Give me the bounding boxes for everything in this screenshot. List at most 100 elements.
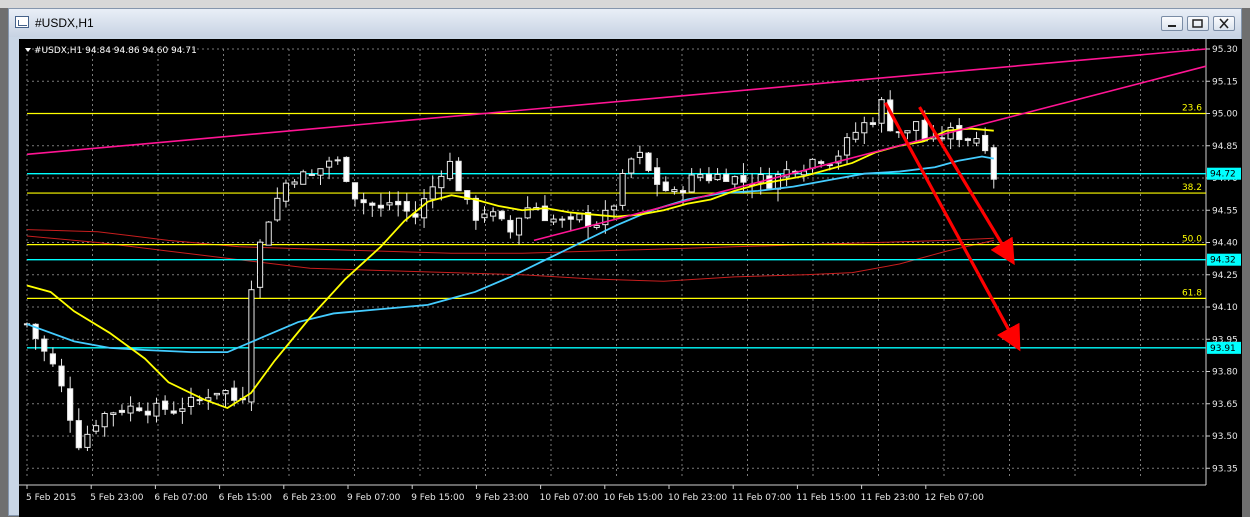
candle-body <box>75 420 82 449</box>
time-tick-label: 5 Feb 23:00 <box>90 493 144 503</box>
window-titlebar[interactable]: #USDX,H1 <box>9 9 1241 37</box>
candle-body <box>490 211 497 217</box>
time-tick-label: 11 Feb 15:00 <box>796 493 855 503</box>
time-tick-label: 9 Feb 23:00 <box>475 493 529 503</box>
time-tick-label: 6 Feb 07:00 <box>154 493 208 503</box>
time-tick-label: 5 Feb 2015 <box>26 493 76 503</box>
candle-body <box>326 160 333 168</box>
candle-body <box>498 210 505 220</box>
candle-body <box>265 221 272 246</box>
symbol-ohlc-line: #USDX,H1 94.84 94.86 94.60 94.71 <box>34 46 197 56</box>
time-tick-label: 10 Feb 07:00 <box>540 493 599 503</box>
candle-body <box>222 390 229 395</box>
candle-body <box>861 122 868 134</box>
time-tick-label: 6 Feb 23:00 <box>283 493 337 503</box>
candle-body <box>472 197 479 221</box>
candle-body <box>403 201 410 212</box>
candle-body <box>49 353 56 365</box>
candle-body <box>662 181 669 192</box>
candle-body <box>705 174 713 182</box>
ma-slow-line <box>26 155 994 354</box>
window-title: #USDX,H1 <box>35 16 94 30</box>
price-chart[interactable]: 95.3095.1595.0094.8594.7094.5594.4094.25… <box>19 39 1242 517</box>
candle-body <box>559 218 566 221</box>
chart-menu-triangle-icon[interactable] <box>25 48 31 52</box>
candle-body <box>153 402 160 417</box>
time-tick-label: 9 Feb 07:00 <box>347 493 401 503</box>
candle-body <box>420 198 428 219</box>
price-tick-label: 94.55 <box>1212 206 1238 216</box>
candle-body <box>913 121 920 131</box>
candle-body <box>550 218 557 223</box>
candle-body <box>567 216 574 220</box>
candle-body <box>429 186 436 200</box>
price-tick-label: 93.65 <box>1212 400 1238 410</box>
candle-body <box>619 173 626 206</box>
candle-body <box>136 407 143 412</box>
time-tick-label: 6 Feb 15:00 <box>219 493 273 503</box>
candle-body <box>300 171 307 185</box>
candle-body <box>187 396 195 407</box>
price-tick-label: 94.25 <box>1212 271 1238 281</box>
candle-body <box>610 205 618 211</box>
price-tick-label: 93.80 <box>1212 368 1238 378</box>
candle-body <box>507 219 514 233</box>
candle-body <box>395 200 402 206</box>
candle-body <box>671 189 678 193</box>
candle-body <box>317 168 324 176</box>
candle-body <box>714 173 721 181</box>
candle-body <box>982 134 989 152</box>
chart-window: #USDX,H1 95.3095.1595.0094.8594.7094.559… <box>8 8 1242 517</box>
candle-body <box>869 122 877 125</box>
chart-area[interactable]: 95.3095.1595.0094.8594.7094.5594.4094.25… <box>19 39 1242 517</box>
candle-body <box>282 182 290 202</box>
close-button[interactable] <box>1213 16 1235 31</box>
candle-body <box>973 138 980 144</box>
candle-body <box>731 176 738 185</box>
time-tick-label: 12 Feb 07:00 <box>925 493 984 503</box>
price-tick-label: 93.50 <box>1212 432 1238 442</box>
support-price-label: 94.72 <box>1210 170 1236 180</box>
candle-body <box>593 224 600 228</box>
support-price-label: 94.32 <box>1210 256 1236 266</box>
candle-body <box>628 158 635 174</box>
fib-level-label: 50.0 <box>1182 235 1202 245</box>
chart-window-icon <box>15 16 29 28</box>
candle-body <box>351 182 359 200</box>
candle-body <box>92 425 100 432</box>
restore-button[interactable] <box>1187 16 1209 31</box>
candle-body <box>274 197 281 221</box>
candle-body <box>843 137 851 156</box>
price-tick-label: 95.00 <box>1212 110 1238 120</box>
fib-level-label: 61.8 <box>1182 288 1202 298</box>
candle-body <box>101 413 108 428</box>
candle-body <box>170 410 177 414</box>
fib-level-label: 38.2 <box>1182 183 1202 193</box>
candle-body <box>377 204 385 209</box>
forecast-arrow <box>918 106 1015 266</box>
candle-body <box>921 119 928 142</box>
window-controls <box>1161 16 1235 31</box>
minimize-button[interactable] <box>1161 16 1183 31</box>
candle-body <box>343 156 350 182</box>
time-tick-label: 9 Feb 15:00 <box>411 493 465 503</box>
candle-body <box>515 217 523 236</box>
candle-body <box>84 433 91 448</box>
candle-body <box>58 365 65 387</box>
candle-body <box>818 161 825 164</box>
candle-body <box>654 167 661 185</box>
price-tick-label: 95.30 <box>1212 45 1238 55</box>
time-tick-label: 10 Feb 15:00 <box>604 493 663 503</box>
candle-body <box>248 289 255 403</box>
close-icon <box>1219 18 1229 29</box>
candle-body <box>455 160 462 192</box>
price-tick-label: 95.15 <box>1212 77 1238 87</box>
price-tick-label: 94.10 <box>1212 303 1238 313</box>
minimize-icon <box>1168 25 1176 27</box>
candle-body <box>688 174 695 193</box>
candle-body <box>110 412 117 415</box>
candle-body <box>256 241 264 288</box>
support-price-label: 93.91 <box>1210 344 1236 354</box>
candle-body <box>645 152 652 171</box>
candle-body <box>213 392 220 396</box>
